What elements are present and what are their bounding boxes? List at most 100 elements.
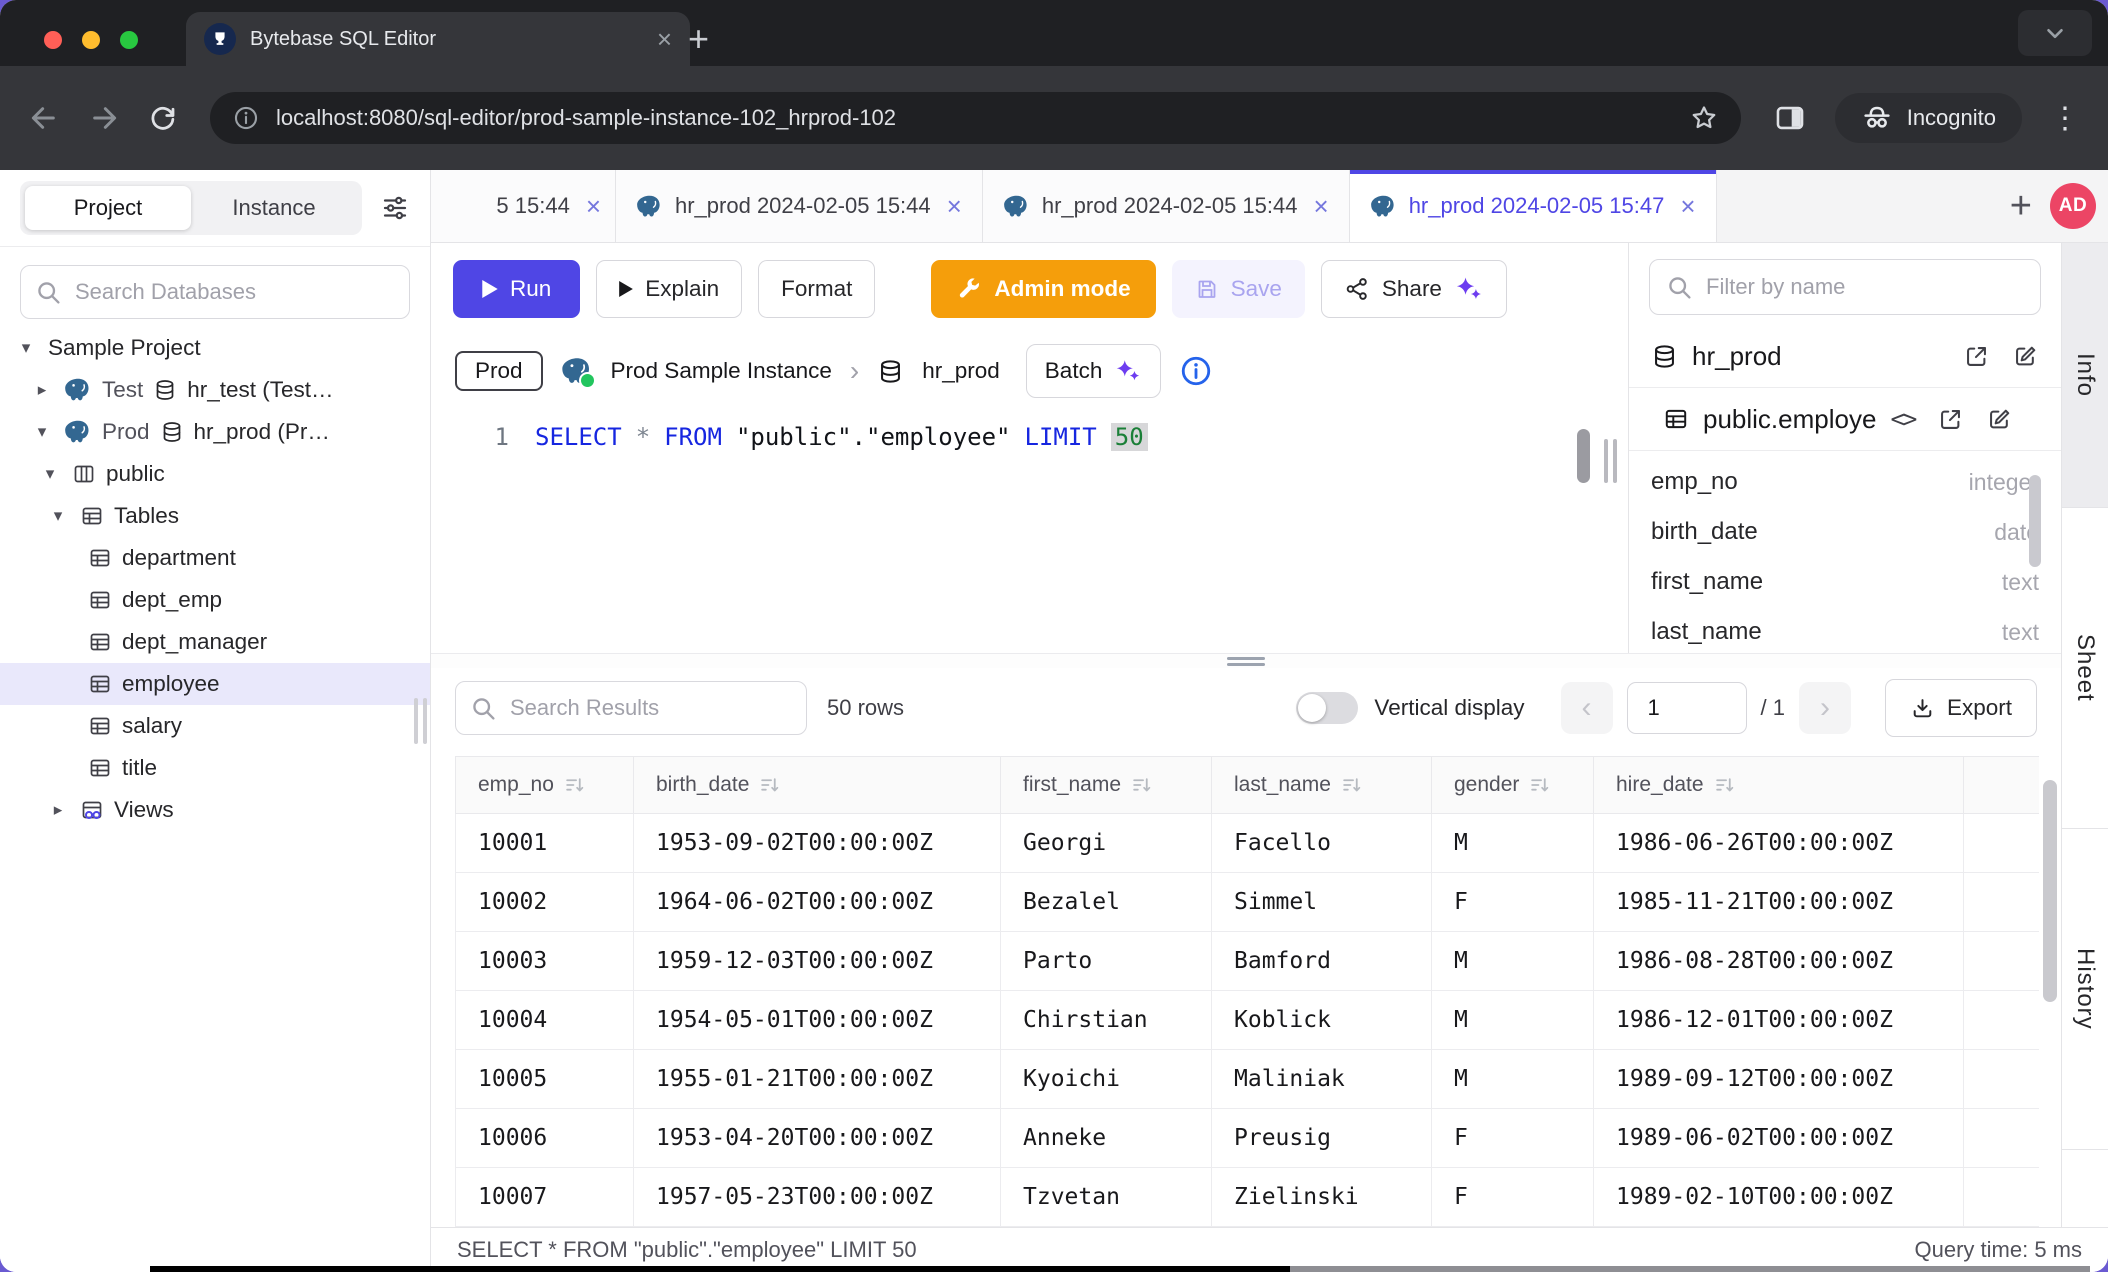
tree-item-project[interactable]: ▾ Sample Project: [0, 327, 430, 369]
column-list-scrollbar[interactable]: [2029, 475, 2041, 567]
browser-menu-icon[interactable]: ⋮: [2050, 101, 2080, 136]
close-window-button[interactable]: [44, 31, 62, 49]
new-tab-button[interactable]: +: [688, 18, 709, 60]
column-header-birth-date[interactable]: birth_date: [634, 757, 1001, 814]
column-header-gender[interactable]: gender: [1432, 757, 1594, 814]
column-header-first-name[interactable]: first_name: [1001, 757, 1212, 814]
results-search[interactable]: [455, 681, 807, 735]
site-info-icon[interactable]: [232, 104, 260, 132]
side-panel-icon[interactable]: [1773, 101, 1807, 135]
admin-mode-button[interactable]: Admin mode: [931, 260, 1155, 318]
editor-scrollbar[interactable]: [1577, 429, 1590, 483]
column-header-emp-no[interactable]: emp_no: [456, 757, 634, 814]
back-icon[interactable]: [28, 102, 60, 134]
close-worksheet-icon[interactable]: ×: [1680, 191, 1695, 222]
share-button[interactable]: Share: [1321, 260, 1507, 318]
new-worksheet-button[interactable]: +: [1992, 187, 2050, 225]
caret-right-icon[interactable]: ▸: [30, 380, 54, 400]
close-worksheet-icon[interactable]: ×: [947, 191, 962, 222]
edit-icon[interactable]: [1986, 406, 2013, 433]
worksheet-tab-active[interactable]: hr_prod 2024-02-05 15:47 ×: [1350, 170, 1717, 242]
caret-down-icon[interactable]: ▾: [14, 338, 38, 358]
tree-item-prod-db[interactable]: ▾ Prod hr_prod (Pr…: [0, 411, 430, 453]
tree-settings-icon[interactable]: [380, 193, 410, 223]
caret-down-icon[interactable]: ▾: [38, 464, 62, 484]
tab-project[interactable]: Project: [25, 186, 191, 230]
tree-item-tables-group[interactable]: ▾ Tables: [0, 495, 430, 537]
sort-icon[interactable]: [564, 775, 585, 796]
reload-icon[interactable]: [148, 103, 178, 133]
worksheet-tab[interactable]: hr_prod 2024-02-05 15:44 ×: [616, 170, 983, 242]
column-row[interactable]: first_name text: [1651, 557, 2039, 607]
schema-filter-input[interactable]: [1704, 273, 2024, 301]
info-icon[interactable]: [1179, 354, 1213, 388]
batch-mode-button[interactable]: Batch: [1026, 344, 1162, 398]
tab-instance[interactable]: Instance: [191, 186, 357, 230]
sort-icon[interactable]: [1341, 775, 1362, 796]
sort-icon[interactable]: [1714, 775, 1735, 796]
browser-tab[interactable]: Bytebase SQL Editor ×: [186, 12, 690, 66]
column-row[interactable]: birth_date date: [1651, 507, 2039, 557]
tree-item-table-employee[interactable]: employee: [0, 663, 430, 705]
schema-filter[interactable]: [1649, 259, 2041, 315]
caret-down-icon[interactable]: ▾: [46, 506, 70, 526]
database-name[interactable]: hr_prod: [922, 358, 1000, 384]
format-button[interactable]: Format: [758, 260, 875, 318]
external-link-icon[interactable]: [1963, 343, 1990, 370]
rail-tab-info[interactable]: Info: [2062, 243, 2108, 508]
worksheet-tab[interactable]: 5 15:44 ×: [431, 170, 616, 242]
rail-tab-history[interactable]: History: [2062, 829, 2108, 1150]
external-link-icon[interactable]: [1937, 406, 1964, 433]
column-header-hire-date[interactable]: hire_date: [1594, 757, 1964, 814]
database-search-input[interactable]: [73, 278, 395, 306]
prev-page-button[interactable]: ‹: [1561, 682, 1613, 734]
save-button[interactable]: Save: [1172, 260, 1305, 318]
table-row[interactable]: 10005 1955-01-21T00:00:00Z Kyoichi Malin…: [456, 1050, 2040, 1109]
close-worksheet-icon[interactable]: ×: [1314, 191, 1329, 222]
table-row[interactable]: 10003 1959-12-03T00:00:00Z Parto Bamford…: [456, 932, 2040, 991]
next-page-button[interactable]: ›: [1799, 682, 1851, 734]
table-row[interactable]: 10006 1953-04-20T00:00:00Z Anneke Preusi…: [456, 1109, 2040, 1168]
page-number-input[interactable]: [1627, 682, 1747, 734]
results-scrollbar[interactable]: [2043, 780, 2057, 1002]
column-row[interactable]: emp_no integer: [1651, 457, 2039, 507]
table-row[interactable]: 10004 1954-05-01T00:00:00Z Chirstian Kob…: [456, 991, 2040, 1050]
column-header-last-name[interactable]: last_name: [1212, 757, 1432, 814]
sort-icon[interactable]: [759, 775, 780, 796]
close-worksheet-icon[interactable]: ×: [586, 191, 601, 222]
table-row[interactable]: 10002 1964-06-02T00:00:00Z Bezalel Simme…: [456, 873, 2040, 932]
bookmark-star-icon[interactable]: [1689, 103, 1719, 133]
splitter-handle-icon[interactable]: [1227, 657, 1265, 666]
tree-item-table-dept-manager[interactable]: dept_manager: [0, 621, 430, 663]
panel-resize-handle[interactable]: [1604, 439, 1617, 483]
instance-name[interactable]: Prod Sample Instance: [611, 358, 832, 384]
explain-button[interactable]: Explain: [596, 260, 742, 318]
user-avatar[interactable]: AD: [2050, 183, 2096, 229]
tree-item-schema-public[interactable]: ▾ public: [0, 453, 430, 495]
tree-item-table-title[interactable]: title: [0, 747, 430, 789]
caret-right-icon[interactable]: ▸: [46, 800, 70, 820]
database-search[interactable]: [20, 265, 410, 319]
table-row[interactable]: 10007 1957-05-23T00:00:00Z Tzvetan Zieli…: [456, 1168, 2040, 1227]
table-row[interactable]: 10001 1953-09-02T00:00:00Z Georgi Facell…: [456, 814, 2040, 873]
results-splitter[interactable]: [431, 653, 2061, 668]
results-search-input[interactable]: [508, 694, 792, 722]
sort-icon[interactable]: [1529, 775, 1550, 796]
tree-item-table-dept-emp[interactable]: dept_emp: [0, 579, 430, 621]
vertical-display-toggle[interactable]: [1296, 692, 1358, 724]
tree-item-table-department[interactable]: department: [0, 537, 430, 579]
view-definition-icon[interactable]: <>: [1890, 405, 1915, 433]
fullscreen-window-button[interactable]: [120, 31, 138, 49]
address-bar[interactable]: localhost:8080/sql-editor/prod-sample-in…: [210, 92, 1741, 144]
column-row[interactable]: last_name text: [1651, 607, 2039, 653]
forward-icon[interactable]: [88, 102, 120, 134]
worksheet-tab[interactable]: hr_prod 2024-02-05 15:44 ×: [983, 170, 1350, 242]
sql-editor[interactable]: 1 SELECT*FROM"public"."employee"LIMIT50: [431, 407, 1628, 653]
tree-item-table-salary[interactable]: salary: [0, 705, 430, 747]
sidebar-resize-handle[interactable]: [414, 698, 427, 744]
edit-icon[interactable]: [2012, 343, 2039, 370]
minimize-window-button[interactable]: [82, 31, 100, 49]
tree-item-views-group[interactable]: ▸ Views: [0, 789, 430, 831]
rail-tab-sheet[interactable]: Sheet: [2062, 508, 2108, 829]
caret-down-icon[interactable]: ▾: [30, 422, 54, 442]
